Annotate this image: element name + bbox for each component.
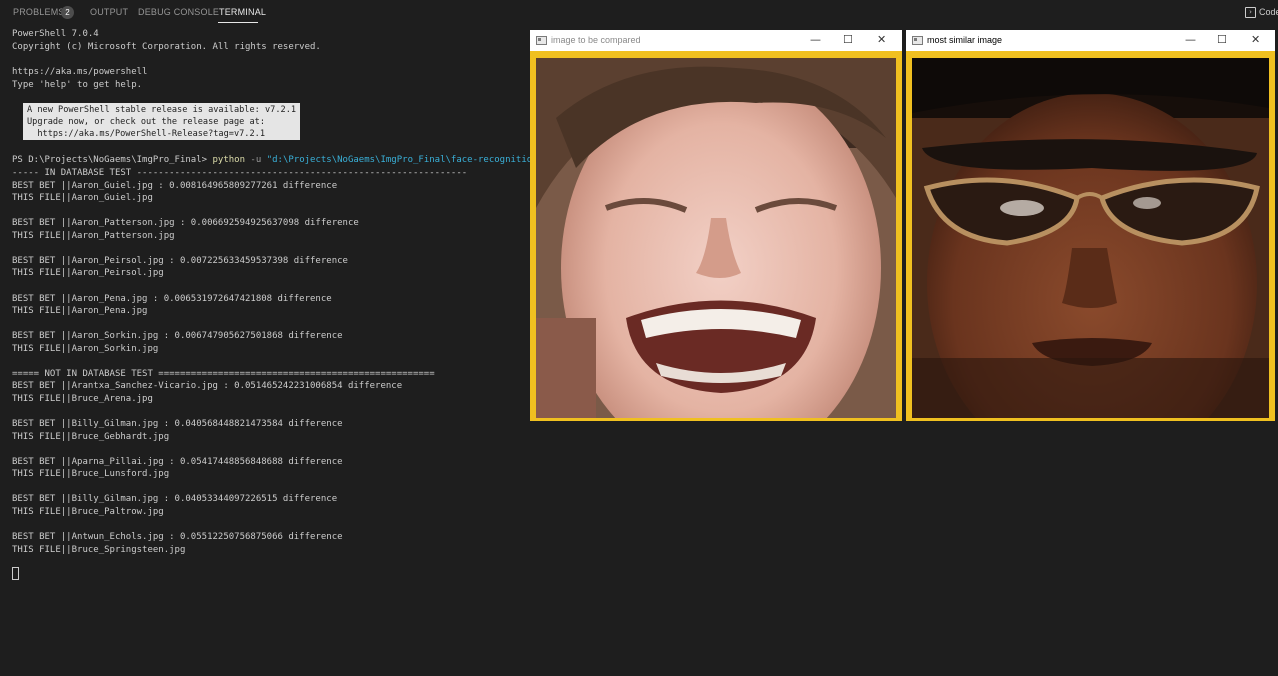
open-code-label: Code [1259, 7, 1278, 17]
terminal-line: BEST BET ||Antwun_Echols.jpg : 0.0551225… [12, 531, 343, 542]
terminal-line: THIS FILE||Aaron_Sorkin.jpg [12, 343, 159, 354]
terminal-line: THIS FILE||Aaron_Patterson.jpg [12, 230, 175, 241]
tab-problems[interactable]: PROBLEMS [13, 7, 65, 17]
terminal-cursor [12, 567, 19, 580]
terminal-line: BEST BET ||Aparna_Pillai.jpg : 0.0541744… [12, 456, 343, 467]
command-flag: -u [245, 155, 267, 165]
maximize-icon[interactable]: ☐ [843, 33, 853, 46]
tab-terminal[interactable]: TERMINAL [219, 7, 266, 17]
window-title: most similar image [927, 35, 1003, 45]
terminal-line: BEST BET ||Aaron_Pena.jpg : 0.0065319726… [12, 293, 332, 304]
terminal-line: BEST BET ||Aaron_Patterson.jpg : 0.00669… [12, 218, 359, 229]
terminal-line: BEST BET ||Billy_Gilman.jpg : 0.04056844… [12, 419, 343, 429]
terminal-line: PowerShell 7.0.4 [12, 29, 99, 39]
terminal-line: BEST BET ||Arantxa_Sanchez-Vicario.jpg :… [12, 381, 403, 392]
panel-tab-bar: PROBLEMS 2 OUTPUT DEBUG CONSOLE TERMINAL… [0, 0, 1278, 26]
window-title: image to be compared [551, 35, 641, 45]
terminal-line: BEST BET ||Billy_Gilman.jpg : 0.04053344… [12, 494, 338, 505]
command-name: python [212, 155, 245, 165]
app-icon [912, 36, 923, 45]
notice-link[interactable]: https://aka.ms/PowerShell-Release?tag=v7… [27, 128, 265, 140]
terminal-prompt-icon: › [1245, 7, 1256, 18]
notice-line: Upgrade now, or check out the release pa… [27, 117, 265, 127]
terminal-line: Type 'help' to get help. [12, 80, 143, 90]
terminal-line: BEST BET ||Aaron_Peirsol.jpg : 0.0072256… [12, 255, 348, 266]
app-icon [536, 36, 547, 45]
command-path: "d:\Projects\NoGaems\ImgPro_Final\face-r… [266, 155, 554, 165]
terminal-line: THIS FILE||Aaron_Peirsol.jpg [12, 268, 164, 279]
terminal-line: THIS FILE||Bruce_Lunsford.jpg [12, 469, 170, 480]
terminal-line: THIS FILE||Bruce_Paltrow.jpg [12, 506, 164, 517]
problems-count-badge: 2 [61, 6, 74, 19]
similar-image-window[interactable]: most similar image — ☐ ✕ [906, 30, 1275, 421]
minimize-icon[interactable]: — [1185, 33, 1196, 46]
terminal-line: BEST BET ||Aaron_Guiel.jpg : 0.008164965… [12, 180, 338, 191]
terminal-line: THIS FILE||Bruce_Gebhardt.jpg [12, 431, 170, 442]
terminal-line: THIS FILE||Aaron_Pena.jpg [12, 306, 148, 317]
notice-line: A new PowerShell stable release is avail… [27, 105, 297, 115]
tab-debug-console[interactable]: DEBUG CONSOLE [138, 7, 219, 17]
close-icon[interactable]: ✕ [877, 33, 886, 46]
terminal-line: BEST BET ||Aaron_Sorkin.jpg : 0.00674790… [12, 331, 343, 342]
close-icon[interactable]: ✕ [1251, 33, 1260, 46]
terminal-line: Copyright (c) Microsoft Corporation. All… [12, 42, 321, 52]
terminal-prompt-line: PS D:\Projects\NoGaems\ImgPro_Final> pyt… [12, 154, 554, 166]
terminal-line: ----- IN DATABASE TEST -----------------… [12, 168, 468, 178]
terminal-line: ===== NOT IN DATABASE TEST =============… [12, 368, 435, 379]
prompt-prefix: PS D:\Projects\NoGaems\ImgPro_Final> [12, 155, 213, 165]
window-titlebar[interactable]: image to be compared — ☐ ✕ [530, 30, 902, 51]
maximize-icon[interactable]: ☐ [1217, 33, 1227, 46]
sunglasses-face-photo [912, 58, 1269, 418]
laughing-face-photo [536, 58, 896, 418]
terminal-line: THIS FILE||Aaron_Guiel.jpg [12, 193, 153, 204]
tab-output[interactable]: OUTPUT [90, 7, 128, 17]
terminal-line: THIS FILE||Bruce_Arena.jpg [12, 393, 153, 404]
minimize-icon[interactable]: — [810, 33, 821, 46]
update-notice-box: A new PowerShell stable release is avail… [23, 103, 300, 140]
terminal-line: https://aka.ms/powershell [12, 67, 148, 77]
active-tab-indicator [218, 22, 258, 23]
window-titlebar[interactable]: most similar image — ☐ ✕ [906, 30, 1275, 51]
terminal-line: THIS FILE||Bruce_Springsteen.jpg [12, 544, 186, 555]
compare-image-window[interactable]: image to be compared — ☐ ✕ [530, 30, 902, 421]
